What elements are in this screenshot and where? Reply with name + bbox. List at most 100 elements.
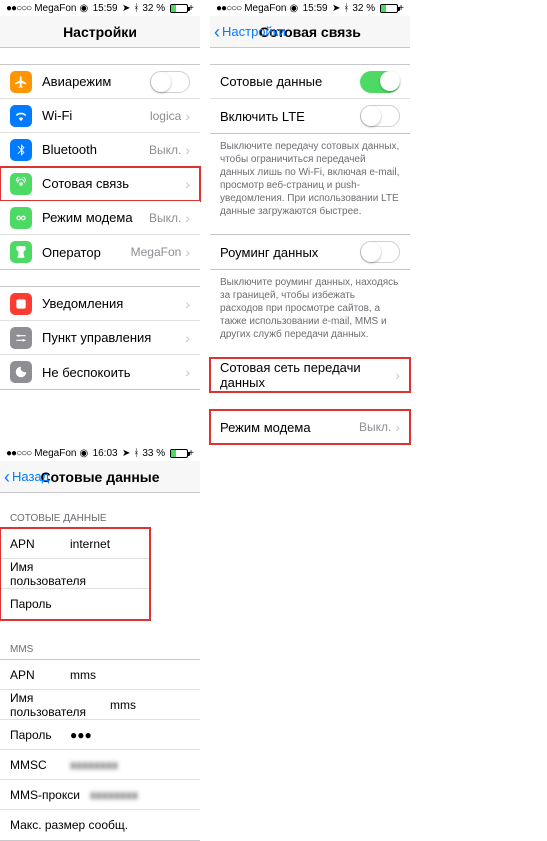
row-value: logica: [150, 109, 181, 123]
status-bar: ●●○○○ MegaFon ◉ 15:59 ➤ ᚼ 32 % +: [0, 0, 200, 16]
row-cell-data[interactable]: Сотовые данные: [210, 65, 410, 99]
field-mms-pass[interactable]: Пароль ●●●: [0, 720, 200, 750]
status-bar: ●●○○○ MegaFon ◉ 15:59 ➤ ᚼ 32 % +: [210, 0, 410, 16]
battery-icon: +: [378, 3, 404, 14]
wifi-icon: [10, 105, 32, 127]
page-title: Настройки: [63, 24, 137, 40]
navbar: Настройки: [0, 16, 200, 48]
field-label: Пароль: [10, 597, 110, 611]
wifi-icon: ◉: [79, 3, 88, 14]
chevron-right-icon: ›: [185, 296, 190, 312]
screen-apn: ●●○○○ MegaFon ◉ 16:03 ➤ ᚼ 33 % + ‹ Назад…: [0, 445, 200, 841]
row-cellular[interactable]: Сотовая связь ›: [0, 167, 200, 201]
row-label: Сотовые данные: [220, 74, 360, 89]
row-label: Роуминг данных: [220, 245, 360, 260]
section-header-cell: СОТОВЫЕ ДАННЫЕ: [0, 507, 200, 528]
row-apn-settings[interactable]: Сотовая сеть передачи данных ›: [210, 358, 410, 392]
chevron-right-icon: ›: [185, 364, 190, 380]
location-icon: ➤: [122, 3, 130, 14]
row-label: Сотовая связь: [42, 176, 185, 191]
battery-icon: +: [168, 448, 194, 459]
clock: 15:59: [93, 3, 118, 14]
airplane-icon: [10, 71, 32, 93]
chevron-right-icon: ›: [395, 367, 400, 383]
field-value[interactable]: mms: [70, 668, 96, 682]
field-mmsc[interactable]: MMSC xxxxxxxx: [0, 750, 200, 780]
row-notifications[interactable]: Уведомления ›: [0, 287, 200, 321]
lte-toggle[interactable]: [360, 105, 400, 127]
row-dnd[interactable]: Не беспокоить ›: [0, 355, 200, 389]
field-label: Макс. размер сообщ.: [10, 818, 140, 832]
row-lte[interactable]: Включить LTE: [210, 99, 410, 133]
row-value: Выкл.: [149, 211, 181, 225]
field-username[interactable]: Имя пользователя: [0, 559, 150, 589]
signal-dots: ●●○○○: [216, 3, 241, 14]
bluetooth-icon: [10, 139, 32, 161]
status-bar: ●●○○○ MegaFon ◉ 16:03 ➤ ᚼ 33 % +: [0, 445, 200, 461]
row-label: Оператор: [42, 245, 131, 260]
notifications-icon: [10, 293, 32, 315]
field-label: APN: [10, 537, 70, 551]
field-label: APN: [10, 668, 70, 682]
field-value[interactable]: xxxxxxxx: [70, 758, 118, 772]
row-label: Уведомления: [42, 296, 185, 311]
clock: 16:03: [93, 448, 118, 459]
row-value: Выкл.: [149, 143, 181, 157]
field-value[interactable]: xxxxxxxx: [90, 788, 138, 802]
back-label: Настройки: [222, 24, 286, 39]
row-roaming[interactable]: Роуминг данных: [210, 235, 410, 269]
carrier-name: MegaFon: [34, 3, 76, 14]
row-label: Включить LTE: [220, 109, 360, 124]
field-password[interactable]: Пароль: [0, 589, 150, 619]
chevron-right-icon: ›: [185, 176, 190, 192]
row-airplane[interactable]: Авиарежим: [0, 65, 200, 99]
carrier-icon: [10, 241, 32, 263]
row-hotspot[interactable]: Режим модема Выкл. ›: [210, 410, 410, 444]
battery-pct: 32 %: [142, 3, 165, 14]
field-label: Пароль: [10, 728, 70, 742]
field-apn[interactable]: APN internet: [0, 529, 150, 559]
bluetooth-icon: ᚼ: [343, 3, 349, 14]
field-mms-size[interactable]: Макс. размер сообщ.: [0, 810, 200, 840]
field-mms-apn[interactable]: APN mms: [0, 660, 200, 690]
field-value[interactable]: internet: [70, 537, 110, 551]
row-label: Пункт управления: [42, 330, 185, 345]
row-carrier[interactable]: Оператор MegaFon ›: [0, 235, 200, 269]
carrier-name: MegaFon: [34, 448, 76, 459]
battery-pct: 33 %: [142, 448, 165, 459]
field-value[interactable]: mms: [110, 698, 136, 712]
navbar: ‹ Настройки Сотовая связь: [210, 16, 410, 48]
field-value[interactable]: ●●●: [70, 728, 92, 742]
field-mms-user[interactable]: Имя пользователя mms: [0, 690, 200, 720]
row-label: Не беспокоить: [42, 365, 185, 380]
clock: 15:59: [303, 3, 328, 14]
field-mms-proxy[interactable]: MMS-прокси xxxxxxxx: [0, 780, 200, 810]
cell-data-toggle[interactable]: [360, 71, 400, 93]
location-icon: ➤: [332, 3, 340, 14]
signal-dots: ●●○○○: [6, 448, 31, 459]
row-control-center[interactable]: Пункт управления ›: [0, 321, 200, 355]
row-value: MegaFon: [131, 245, 182, 259]
row-label: Сотовая сеть передачи данных: [220, 360, 395, 390]
battery-pct: 32 %: [352, 3, 375, 14]
bluetooth-icon: ᚼ: [133, 448, 139, 459]
cellular-icon: [10, 173, 32, 195]
chevron-left-icon: ‹: [214, 23, 220, 41]
control-center-icon: [10, 327, 32, 349]
bluetooth-icon: ᚼ: [133, 3, 139, 14]
chevron-right-icon: ›: [185, 108, 190, 124]
row-wifi[interactable]: Wi-Fi logica ›: [0, 99, 200, 133]
airplane-toggle[interactable]: [150, 71, 190, 93]
mms-form: APN mms Имя пользователя mms Пароль ●●● …: [0, 659, 200, 841]
battery-icon: +: [168, 3, 194, 14]
field-label: Имя пользователя: [10, 560, 110, 588]
roaming-toggle[interactable]: [360, 241, 400, 263]
footer-note: Выключите передачу сотовых данных, чтобы…: [210, 134, 410, 218]
back-button[interactable]: ‹ Назад: [4, 468, 49, 486]
row-hotspot[interactable]: Режим модема Выкл. ›: [0, 201, 200, 235]
row-bluetooth[interactable]: Bluetooth Выкл. ›: [0, 133, 200, 167]
chevron-left-icon: ‹: [4, 468, 10, 486]
signal-dots: ●●○○○: [6, 3, 31, 14]
back-button[interactable]: ‹ Настройки: [214, 23, 286, 41]
screen-cellular: ●●○○○ MegaFon ◉ 15:59 ➤ ᚼ 32 % + ‹ Настр…: [210, 0, 410, 445]
